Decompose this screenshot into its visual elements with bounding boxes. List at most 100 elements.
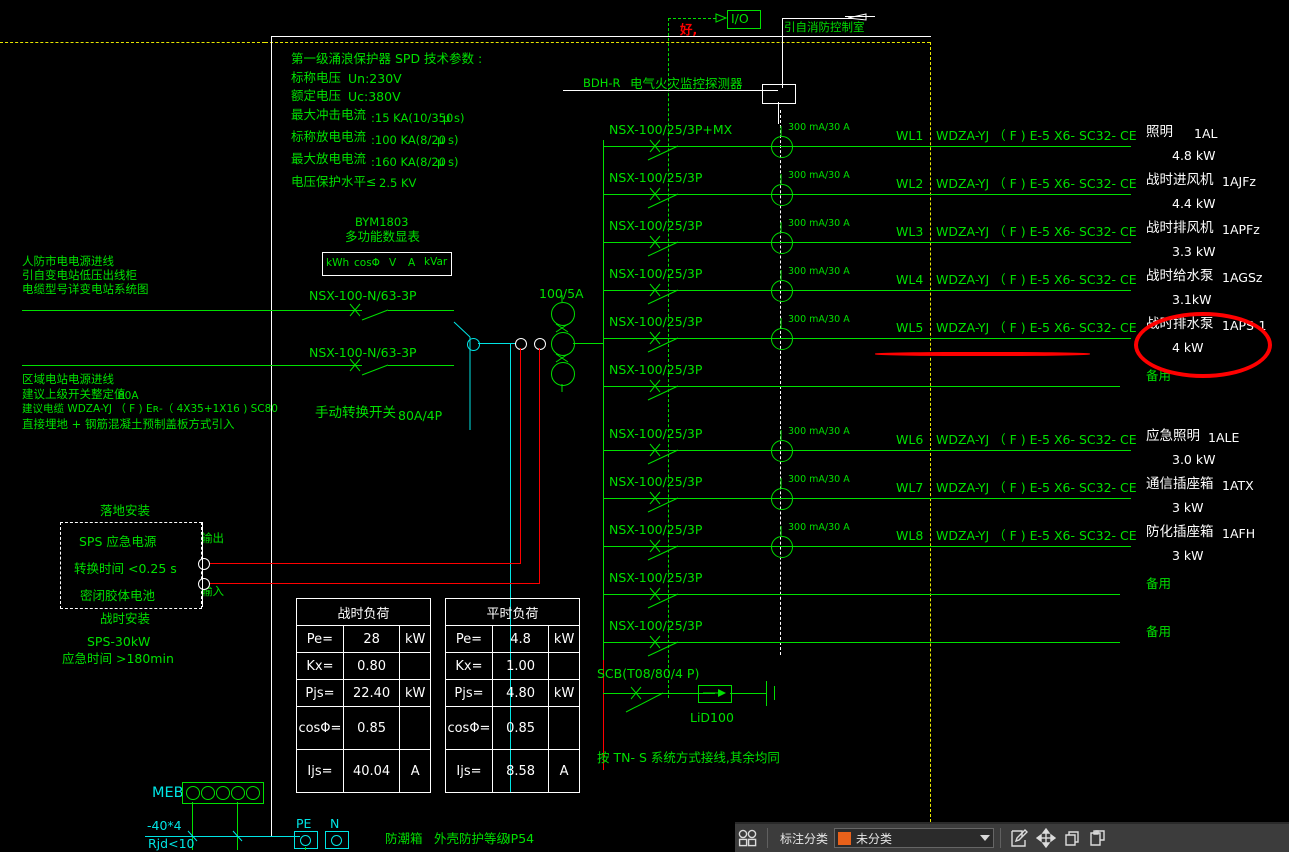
feeder-8-cable-label: WDZA-YJ （ F ) E-5 X6- SC32- CE (936, 480, 1137, 495)
shapes-icon[interactable] (735, 826, 761, 850)
annotation-category-label: 标注分类 (780, 831, 829, 846)
detector-name-label: 电气火灾监控探测器 (630, 76, 743, 91)
feeder-7-power-label: 3.0 kW (1172, 452, 1216, 467)
peacetime-r1-v: 1.00 (491, 652, 550, 680)
frame-left-line (271, 36, 272, 836)
peacetime-r2-v: 4.80 (491, 679, 550, 707)
feeder-2-tag-label: 1AJFz (1222, 174, 1256, 189)
feeder-8-conductor (603, 498, 1131, 499)
feeder-8-power-label: 3 kW (1172, 500, 1204, 515)
spd-line-2-unit: μ s) (443, 111, 465, 125)
control-room-drop (782, 18, 783, 88)
scb-device-label: LiD100 (690, 710, 734, 725)
peacetime-r4-u: A (548, 749, 580, 793)
sps-out-terminal[interactable] (198, 558, 210, 570)
feeder-5-cable-label: WDZA-YJ （ F ) E-5 X6- SC32- CE (936, 320, 1137, 335)
scb-to-ground (730, 693, 766, 694)
damp-proof-box-label: 防潮箱 (385, 831, 423, 846)
feeder-4-load-label: 战时给水泵 (1146, 268, 1214, 284)
paste-icon[interactable] (1085, 826, 1111, 850)
incoming-top-conductor (22, 310, 362, 311)
feeder-5-rcd-symbol (771, 328, 793, 350)
spd-line-1-label: 额定电压 (291, 88, 342, 103)
meb-resistance-label: Rjd<10 (148, 836, 195, 851)
feeder-1-cable-label: WDZA-YJ （ F ) E-5 X6- SC32- CE (936, 128, 1137, 143)
annotation-category-select[interactable]: 未分类 (834, 828, 995, 848)
from-control-room-label: 引自消防控制室 (784, 20, 865, 34)
sps-in-terminal-right[interactable] (534, 338, 546, 350)
meter-field-0: kWh (326, 257, 350, 269)
wartime-r2-u: kW (399, 679, 431, 707)
red-annotation-ellipse (1134, 312, 1272, 378)
meb-drop-1 (237, 802, 238, 850)
spd-line-4-label: 最大放电电流 (291, 151, 367, 166)
wartime-r4-u: A (399, 749, 431, 793)
feeder-2-cable-label: WDZA-YJ （ F ) E-5 X6- SC32- CE (936, 176, 1137, 191)
incoming-top-line1: 人防市电电源进线 (22, 254, 114, 268)
meb-label: MEB (152, 785, 184, 801)
sps-model: SPS-30kW (87, 634, 151, 649)
io-module-label: I/O (731, 11, 749, 26)
feeder-7-breaker-label: NSX-100/25/3P (609, 426, 703, 441)
sps-out-terminal-right[interactable] (515, 338, 527, 350)
feeder-3-load-label: 战时排风机 (1146, 220, 1214, 236)
spd-line-3-unit: μ s) (437, 133, 459, 147)
ct-symbol-top (551, 302, 575, 326)
wartime-load-table: 战时负荷 Pe= 28 kW Kx= 0.80 Pjs= 22.40 kW cosΦ= 0.… (296, 598, 431, 793)
red-annotation-underline (875, 352, 1090, 356)
ip-rating-value: IP54 (507, 831, 535, 846)
wartime-r1-u (399, 652, 431, 680)
peacetime-r0-u: kW (548, 625, 580, 653)
sps-in-terminal[interactable] (198, 578, 210, 590)
wartime-r0-k: Pe= (296, 625, 344, 653)
main-breaker-0-label: NSX-100-N/63-3P (309, 288, 417, 303)
surge-device-box[interactable] (698, 685, 732, 703)
meb-terminal-0 (186, 786, 200, 800)
feeder-9-conductor (603, 546, 1131, 547)
copy-icon[interactable] (1059, 826, 1085, 850)
feeder-6-conductor (603, 386, 1120, 387)
toolbar-separator-1 (767, 828, 768, 848)
peacetime-r2-k: Pjs= (445, 679, 493, 707)
sps-top-note: 落地安装 (100, 503, 151, 518)
wartime-r2-k: Pjs= (296, 679, 344, 707)
cad-canvas[interactable]: I/O 好, 引自消防控制室 BDH-R 电气火灾监控探测器 第一级涌浪保护器 … (0, 0, 1289, 850)
feeder-2-conductor (603, 194, 1131, 195)
feeder-6-breaker-label: NSX-100/25/3P (609, 362, 703, 377)
spd-line-0-value: Un:230V (348, 71, 402, 86)
wartime-table-title: 战时负荷 (296, 598, 431, 626)
wartime-r3-k: cosΦ= (296, 706, 344, 750)
wartime-r3-v: 0.85 (342, 706, 401, 750)
annotation-toolbar[interactable]: 标注分类 未分类 (735, 822, 1289, 852)
sps-line2: 转换时间 <0.25 s (74, 561, 177, 576)
feeder-9-power-label: 3 kW (1172, 548, 1204, 563)
feeder-8-circuit-label: WL7 (896, 480, 924, 495)
io-dash-vertical (668, 18, 669, 698)
feeder-1-breaker-label: NSX-100/25/3P+MX (609, 122, 733, 137)
spd-title: 第一级涌浪保护器 SPD 技术参数 : (291, 51, 483, 66)
edit-annotation-icon[interactable] (1007, 826, 1033, 850)
sps-in-red-run (203, 583, 540, 584)
feeder-5-circuit-label: WL5 (896, 320, 924, 335)
feeder-7-circuit-label: WL6 (896, 432, 924, 447)
main-breaker-1-label: NSX-100-N/63-3P (309, 345, 417, 360)
transfer-switch-pivot[interactable] (467, 338, 480, 351)
spd-line-1-value: Uc:380V (348, 89, 401, 104)
peacetime-table-title: 平时负荷 (445, 598, 580, 626)
meb-terminal-2 (216, 786, 230, 800)
feeder-8-rcd-symbol (771, 488, 793, 510)
meter-model-label: BYM1803 (355, 215, 409, 229)
feeder-9-circuit-label: WL8 (896, 528, 924, 543)
peacetime-r3-k: cosΦ= (445, 706, 493, 750)
category-color-swatch (838, 831, 852, 845)
panel-boundary-right (930, 42, 931, 832)
chevron-down-icon[interactable] (980, 835, 991, 841)
feeder-5-breaker-label: NSX-100/25/3P (609, 314, 703, 329)
feeder-2-breaker-label: NSX-100/25/3P (609, 170, 703, 185)
wartime-r0-v: 28 (342, 625, 401, 653)
move-icon[interactable] (1033, 826, 1059, 850)
feeder-9-tag-label: 1AFH (1222, 526, 1256, 541)
sps-out-red-run (203, 563, 521, 564)
feeder-3-tag-label: 1APFz (1222, 222, 1260, 237)
ct-symbol-bottom (551, 362, 575, 386)
